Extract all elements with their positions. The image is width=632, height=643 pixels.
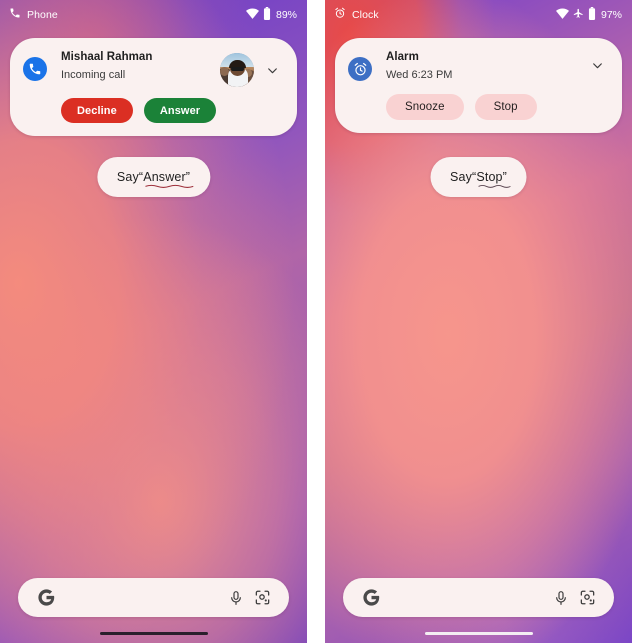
notification-subtitle: Incoming call (61, 67, 220, 83)
battery-percent-label: 89% (276, 9, 297, 21)
google-g-logo (358, 585, 384, 611)
status-bar-icons-right: 97% (556, 7, 622, 23)
squiggle-underline-icon (145, 184, 193, 188)
google-search-bar-right[interactable] (343, 578, 614, 617)
google-lens-icon[interactable] (574, 585, 600, 611)
status-bar-app: Phone (9, 7, 58, 22)
phone-call-icon (23, 57, 47, 81)
voice-suggestion-chip-answer[interactable]: Say “ Answer ” (97, 157, 210, 197)
say-keyword: Stop (476, 170, 502, 184)
google-search-bar-left[interactable] (18, 578, 289, 617)
phone-panel-call: Phone 89% Mishaal Rahman Incomin (0, 0, 307, 643)
status-bar-right: Clock 97% (325, 0, 632, 29)
wifi-icon (246, 8, 259, 22)
answer-button[interactable]: Answer (144, 98, 216, 123)
notification-header: Alarm Wed 6:23 PM (348, 50, 609, 83)
snooze-button[interactable]: Snooze (386, 94, 464, 120)
dual-phone-screenshot: Phone 89% Mishaal Rahman Incomin (0, 0, 632, 643)
home-gesture-bar[interactable] (100, 632, 208, 635)
google-lens-icon[interactable] (249, 585, 275, 611)
home-gesture-bar[interactable] (425, 632, 533, 635)
status-bar-icons-left: 89% (246, 7, 297, 23)
status-bar-left: Phone 89% (0, 0, 307, 29)
stop-button[interactable]: Stop (475, 94, 537, 120)
phone-icon (9, 7, 21, 22)
google-g-logo (33, 585, 59, 611)
say-prefix: Say (117, 170, 139, 184)
notification-title: Mishaal Rahman (61, 50, 220, 65)
notification-header: Mishaal Rahman Incoming call (23, 50, 284, 87)
chevron-down-icon[interactable] (585, 53, 609, 77)
notification-subtitle: Wed 6:23 PM (386, 67, 585, 83)
voice-suggestion-chip-stop[interactable]: Say “ Stop ” (430, 157, 527, 197)
panel-divider (313, 0, 319, 643)
microphone-icon[interactable] (548, 585, 574, 611)
notification-actions: Snooze Stop (386, 94, 609, 120)
status-bar-app-label: Phone (27, 9, 58, 21)
notification-card-call[interactable]: Mishaal Rahman Incoming call (10, 38, 297, 136)
airplane-mode-icon (573, 8, 584, 22)
notification-text: Alarm Wed 6:23 PM (386, 50, 585, 83)
decline-button[interactable]: Decline (61, 98, 133, 123)
battery-icon (588, 7, 596, 23)
wifi-icon (556, 8, 569, 22)
squiggle-underline-icon (478, 184, 510, 188)
notification-header-right (585, 53, 609, 77)
quote-close: ” (186, 170, 190, 184)
say-keyword-wrap: Stop (476, 170, 502, 184)
say-prefix: Say (450, 170, 472, 184)
battery-percent-label: 97% (601, 9, 622, 21)
say-keyword: Answer (143, 170, 186, 184)
status-bar-app: Clock (334, 7, 379, 22)
notification-title: Alarm (386, 50, 585, 65)
microphone-icon[interactable] (223, 585, 249, 611)
status-bar-app-label: Clock (352, 9, 379, 21)
alarm-clock-icon (348, 57, 372, 81)
chevron-down-icon[interactable] (260, 58, 284, 82)
phone-panel-alarm: Clock 97% Alarm (325, 0, 632, 643)
alarm-clock-icon (334, 7, 346, 22)
avatar (220, 53, 254, 87)
say-keyword-wrap: Answer (143, 170, 186, 184)
notification-card-alarm[interactable]: Alarm Wed 6:23 PM Snooze Stop (335, 38, 622, 133)
quote-close: ” (503, 170, 507, 184)
notification-text: Mishaal Rahman Incoming call (61, 50, 220, 83)
notification-actions: Decline Answer (61, 98, 284, 123)
battery-icon (263, 7, 271, 23)
notification-header-right (220, 53, 284, 87)
